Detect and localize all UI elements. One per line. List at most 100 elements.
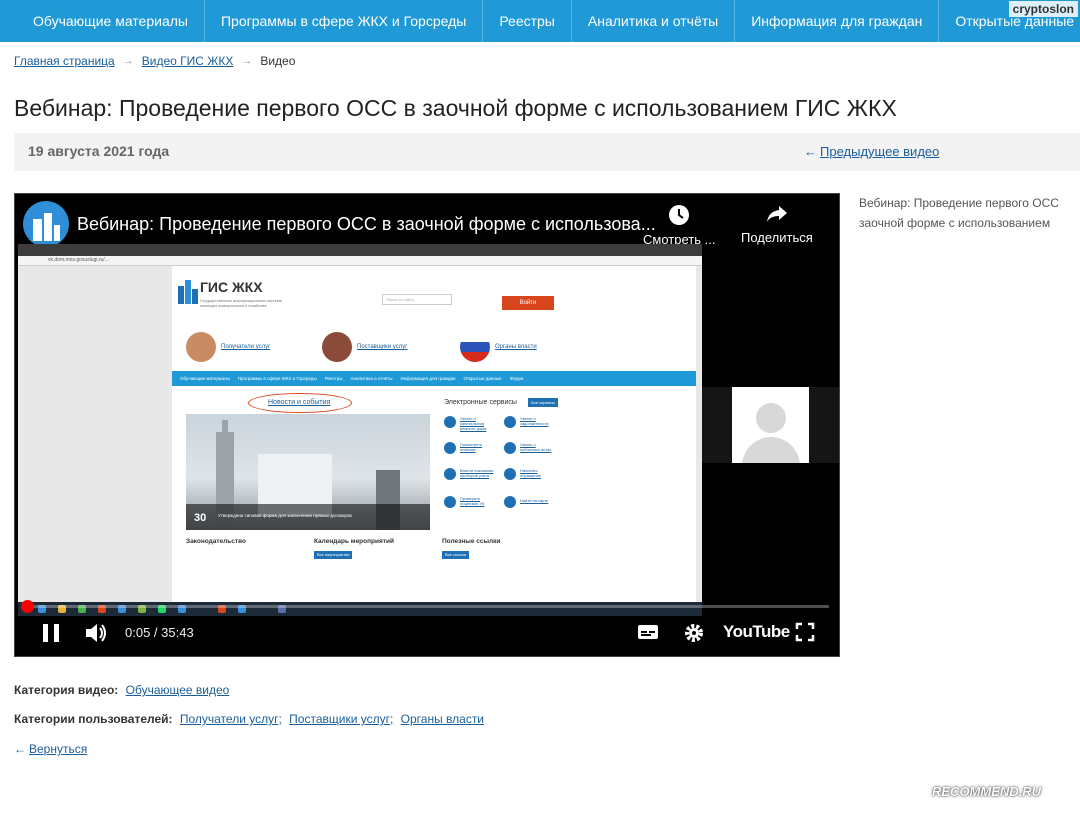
gis-nav-item: Обучающие материалы bbox=[180, 376, 230, 381]
gis-nav-item: Программы в сфере ЖКХ и Горсреды bbox=[237, 376, 317, 381]
gis-role-label: Поставщики услуг bbox=[357, 344, 408, 350]
nav-item-programs[interactable]: Программы в сфере ЖКХ и Горсреды bbox=[205, 0, 484, 42]
gis-news-day: 30 bbox=[194, 512, 207, 524]
license-icon bbox=[444, 496, 456, 508]
subtitles-icon[interactable] bbox=[637, 622, 659, 642]
video-player[interactable]: Вебинар: Проведение первого ОСС в заочно… bbox=[14, 193, 840, 657]
meter-icon bbox=[444, 468, 456, 480]
share-arrow-icon bbox=[766, 206, 787, 222]
youtube-logo[interactable]: YouTube bbox=[723, 622, 790, 642]
browser-address-bar: vk.dom.mos.gosuslugi.ru/... bbox=[18, 256, 702, 266]
back-link[interactable]: ← Вернуться bbox=[14, 742, 87, 756]
gis-site-nav: Обучающие материалы Программы в сфере ЖК… bbox=[172, 371, 696, 386]
channel-logo-icon[interactable] bbox=[23, 201, 69, 247]
user-category-link-authorities[interactable]: Органы власти bbox=[401, 712, 484, 726]
arrow-left-icon: ← bbox=[14, 742, 26, 756]
date-bar: 19 августа 2021 года ← Предыдущее видео bbox=[14, 133, 1080, 171]
gis-service-label: Узнать о публичных актах bbox=[520, 442, 552, 452]
nav-item-learning[interactable]: Обучающие материалы bbox=[0, 0, 205, 42]
gis-role-label: Органы власти bbox=[495, 344, 537, 350]
progress-track[interactable] bbox=[25, 605, 829, 608]
previous-video-label: Предыдущее видео bbox=[820, 144, 940, 159]
wallet-icon bbox=[504, 416, 516, 428]
previous-video-link[interactable]: ← Предыдущее видео bbox=[804, 144, 939, 159]
user-category-link-recipients[interactable]: Получатели услуг; bbox=[180, 712, 282, 726]
fullscreen-icon[interactable] bbox=[795, 622, 815, 642]
gis-all-events-button: Все мероприятия bbox=[314, 551, 353, 559]
breadcrumb-current: Видео bbox=[260, 54, 296, 68]
russian-flag-icon bbox=[460, 332, 490, 362]
playback-time: 0:05 / 35:43 bbox=[125, 625, 194, 640]
wrench-icon bbox=[444, 416, 456, 428]
arrow-left-icon: ← bbox=[804, 144, 817, 159]
gis-logo-subtitle: Государственная информационная система ж… bbox=[200, 298, 282, 308]
watch-later-button[interactable]: Смотреть ... bbox=[643, 204, 715, 247]
gis-all-links-button: Все ссылки bbox=[442, 551, 470, 559]
video-category-link[interactable]: Обучающее видео bbox=[126, 683, 230, 697]
gis-role-providers: Поставщики услуг bbox=[322, 332, 407, 362]
breadcrumb-arrow-icon: → bbox=[122, 55, 134, 67]
gis-all-services-button: Все сервисы bbox=[528, 398, 558, 407]
video-category-label: Категория видео: bbox=[14, 683, 119, 697]
share-label: Поделиться bbox=[741, 230, 813, 245]
gis-nav-item: Открытые данные bbox=[463, 376, 502, 381]
watermark-top: cryptoslon bbox=[1008, 1, 1078, 17]
settings-gear-icon[interactable] bbox=[683, 622, 705, 644]
gis-service-label: Внести показания приборов учета bbox=[460, 468, 494, 478]
browser-url: vk.dom.mos.gosuslugi.ru/... bbox=[48, 257, 109, 263]
breadcrumb-arrow-icon: → bbox=[241, 55, 253, 67]
document-icon bbox=[444, 442, 456, 454]
breadcrumb-home-link[interactable]: Главная страница bbox=[14, 54, 115, 68]
clock-icon bbox=[669, 205, 690, 225]
gis-nav-item: Информация для граждан bbox=[400, 376, 456, 381]
gis-news-link: Новости и события bbox=[268, 399, 331, 406]
side-text-line: заочной форме с использованием bbox=[859, 216, 1051, 230]
gis-search-input: Поиск по сайту bbox=[382, 294, 452, 305]
gis-logo: ГИС ЖКХ bbox=[200, 279, 263, 295]
gis-role-recipients: Получатели услуг bbox=[186, 332, 270, 362]
gis-nav-item: Форум bbox=[509, 376, 524, 381]
people-avatar-icon bbox=[186, 332, 216, 362]
pause-icon[interactable] bbox=[41, 622, 61, 644]
document-icon bbox=[504, 442, 516, 454]
player-video-title[interactable]: Вебинар: Проведение первого ОСС в заочно… bbox=[77, 214, 656, 235]
progress-scrubber-handle[interactable] bbox=[21, 600, 34, 613]
gis-service-label: Проверить лицензию УК bbox=[460, 496, 485, 506]
browser-tab-bar bbox=[18, 244, 702, 256]
watermark-bottom: RECOMMEND.RU bbox=[932, 784, 1042, 799]
volume-icon[interactable] bbox=[84, 622, 108, 644]
breadcrumb: Главная страница → Видео ГИС ЖКХ → Видео bbox=[14, 54, 295, 68]
gis-role-authorities: Органы власти bbox=[460, 332, 537, 362]
map-pin-icon bbox=[504, 496, 516, 508]
gis-logo-buildings-icon bbox=[178, 280, 198, 304]
publish-date: 19 августа 2021 года bbox=[28, 143, 170, 159]
back-label: Вернуться bbox=[29, 742, 88, 756]
top-navigation: Обучающие материалы Программы в сфере ЖК… bbox=[0, 0, 1080, 42]
user-category-link-providers[interactable]: Поставщики услуг; bbox=[289, 712, 393, 726]
gis-section-calendar: Календарь мероприятий bbox=[314, 538, 394, 545]
user-categories-label: Категории пользователей: bbox=[14, 712, 173, 726]
worker-avatar-icon bbox=[322, 332, 352, 362]
side-text-line: Вебинар: Проведение первого ОСС bbox=[859, 196, 1059, 210]
gis-service-label: Посмотреть платежи bbox=[460, 442, 483, 452]
user-categories-row: Категории пользователей: Получатели услу… bbox=[14, 712, 484, 726]
gis-service-label: Узнать о задолженности bbox=[520, 416, 549, 426]
share-button[interactable]: Поделиться bbox=[741, 204, 813, 245]
nav-item-analytics[interactable]: Аналитика и отчёты bbox=[572, 0, 736, 42]
gis-news-photo: 30 Утверждена типовая форма для заключен… bbox=[186, 414, 430, 530]
nav-item-registries[interactable]: Реестры bbox=[483, 0, 572, 42]
side-video-description: Вебинар: Проведение первого ОСС заочной … bbox=[859, 193, 1080, 233]
participant-avatar-icon bbox=[732, 387, 809, 463]
gis-news-caption: Утверждена типовая форма для заключения … bbox=[218, 513, 352, 518]
gis-role-label: Получатели услуг bbox=[221, 344, 271, 350]
gis-section-legislation: Законодательство bbox=[186, 538, 246, 545]
gis-nav-item: Реестры bbox=[324, 376, 343, 381]
gis-login-button: Войти bbox=[502, 296, 554, 310]
gis-eservices-heading: Электронные сервисы bbox=[444, 399, 517, 406]
gis-service-label: Узнать о капитальном ремонте дома bbox=[460, 416, 487, 431]
page-title: Вебинар: Проведение первого ОСС в заочно… bbox=[14, 95, 897, 121]
gis-service-label: Написать обращение bbox=[520, 468, 542, 478]
breadcrumb-section-link[interactable]: Видео ГИС ЖКХ bbox=[142, 54, 234, 68]
nav-item-citizens[interactable]: Информация для граждан bbox=[735, 0, 940, 42]
gis-section-links: Полезные ссылки bbox=[442, 538, 501, 545]
